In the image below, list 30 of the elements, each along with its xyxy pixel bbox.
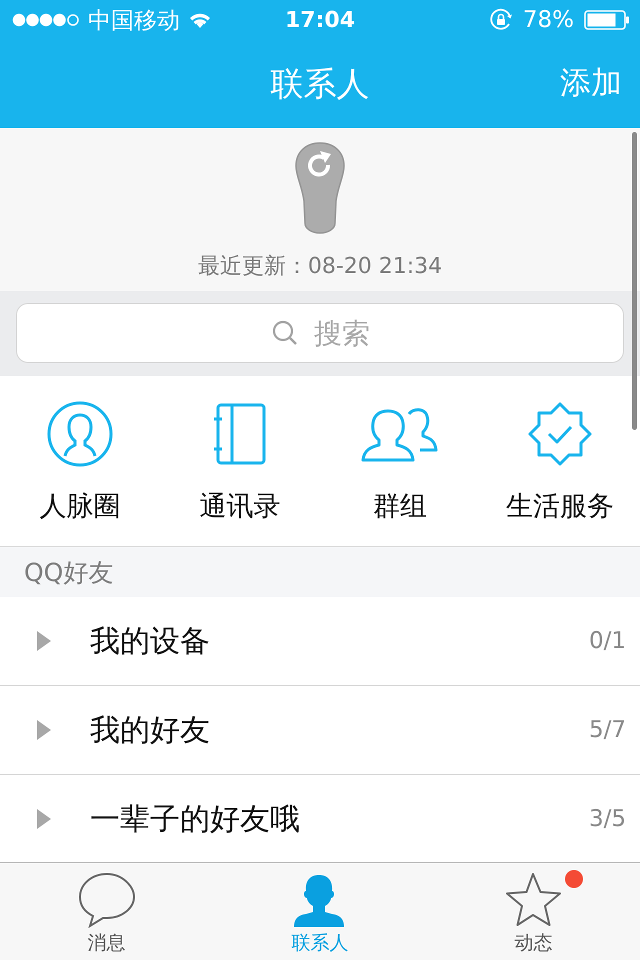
shortcut-button[interactable]: 通讯录 — [160, 376, 320, 546]
rotation-lock-icon — [488, 8, 513, 32]
verified-badge-icon — [527, 401, 593, 467]
online-count: 0/1 — [588, 628, 626, 654]
online-count: 3/5 — [588, 806, 626, 832]
group-name: 我的好友 — [90, 712, 210, 750]
page-title: 联系人 — [270, 62, 370, 104]
address-book-icon — [212, 403, 268, 465]
pull-refresh-icon — [294, 141, 346, 235]
wifi-icon — [188, 11, 212, 29]
group-name: 一辈子的好友哦 — [90, 800, 300, 838]
group-name: 我的设备 — [90, 622, 210, 660]
shortcut-button[interactable]: 人脉圈 — [0, 376, 160, 546]
section-header: QQ好友 — [0, 547, 640, 597]
person-circle-icon — [47, 401, 113, 467]
online-count: 5/7 — [588, 717, 626, 743]
shortcut-button[interactable]: 群组 — [320, 376, 480, 546]
star-icon — [504, 872, 562, 928]
battery-percent: 78% — [522, 7, 574, 33]
signal-icon — [12, 13, 80, 27]
tab-button[interactable]: 消息 — [0, 863, 214, 960]
shortcut-button[interactable]: 生活服务 — [480, 376, 640, 546]
clock-time: 17:04 — [284, 8, 356, 32]
search-field[interactable]: 搜索 — [16, 303, 624, 363]
last-updated-text: 最近更新：08-20 21:34 — [198, 253, 442, 281]
battery-icon — [584, 10, 630, 30]
tab-button[interactable]: 动态 — [426, 863, 640, 960]
search-icon — [272, 320, 298, 346]
carrier-name: 中国移动 — [88, 6, 180, 36]
chat-bubble-icon — [78, 872, 136, 928]
